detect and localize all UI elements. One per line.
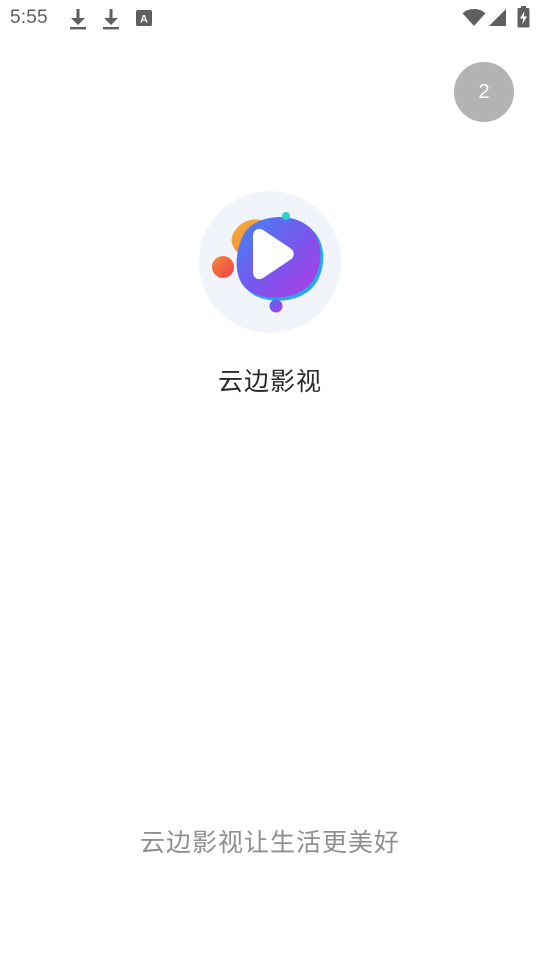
text-badge-icon: A — [136, 10, 152, 26]
status-bar: 5:55 A — [0, 0, 540, 36]
play-logo-icon — [199, 191, 341, 333]
skip-countdown-button[interactable]: 2 — [454, 62, 514, 122]
battery-charging-icon — [517, 6, 530, 28]
app-name: 云边影视 — [217, 367, 322, 396]
status-time: 5:55 — [10, 7, 48, 28]
download-icon — [103, 9, 119, 30]
app-slogan: 云边影视让生活更美好 — [139, 828, 400, 857]
download-icon — [70, 9, 86, 30]
badge-letter: A — [140, 14, 148, 26]
wifi-icon — [462, 9, 486, 26]
app-logo — [198, 190, 342, 334]
signal-icon — [489, 9, 506, 26]
